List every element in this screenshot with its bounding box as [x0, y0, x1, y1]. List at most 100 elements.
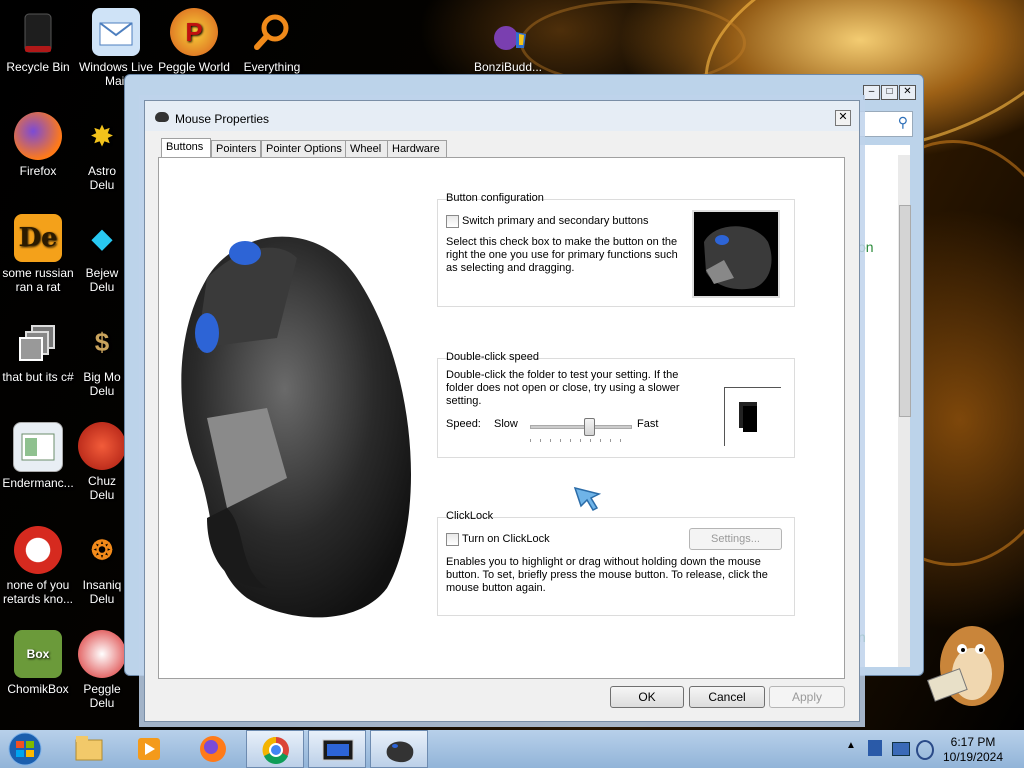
- hamster-character[interactable]: [922, 604, 1012, 714]
- desktop-icon-label: BonziBudd...: [473, 60, 543, 74]
- desktop-icon-label: Peggle Delu: [83, 682, 121, 710]
- desktop-icon-astro-deluxe[interactable]: ✸ Astro Delu: [78, 112, 126, 192]
- clock-date: 10/19/2024: [942, 750, 1004, 764]
- desktop-icon-some-russian[interactable]: De some russian ran a rat: [0, 214, 76, 294]
- partial-text: on: [858, 239, 874, 255]
- speed-label: Speed:: [446, 418, 481, 430]
- desktop-icon-label: ChomikBox: [7, 682, 69, 696]
- peggle-icon: P: [170, 8, 218, 56]
- desktop-icon-label: none of you retards kno...: [2, 578, 74, 606]
- fast-label: Fast: [637, 418, 659, 430]
- magnifier-icon: [248, 8, 296, 56]
- clicklock-checkbox[interactable]: [446, 533, 459, 546]
- group-button-configuration: Button configuration Switch primary and …: [437, 192, 795, 307]
- tab-panel-buttons: Button configuration Switch primary and …: [158, 157, 845, 679]
- desktop-icon-label: some russian ran a rat: [2, 266, 74, 294]
- switch-buttons-description: Select this check box to make the button…: [446, 236, 678, 274]
- window-app-icon: [13, 422, 63, 472]
- desktop-icon-insaniquarium[interactable]: ❂ Insaniq Delu: [78, 526, 126, 606]
- desktop-icon-label: Astro Delu: [87, 164, 116, 192]
- tab-pointers[interactable]: Pointers: [211, 140, 261, 158]
- tab-buttons[interactable]: Buttons: [161, 138, 211, 159]
- desktop-icon-chomikbox[interactable]: Box ChomikBox: [0, 630, 76, 696]
- desktop-icon-peggle-world[interactable]: P Peggle World: [156, 8, 232, 74]
- mouse-icon: [155, 112, 169, 122]
- group-clicklock: ClickLock Turn on ClickLock Settings... …: [437, 510, 795, 616]
- desktop-icon-everything[interactable]: Everything: [234, 8, 310, 74]
- desktop-icon-label: Chuz Delu: [87, 474, 116, 502]
- dialog-titlebar[interactable]: Mouse Properties ✕: [145, 101, 859, 131]
- taskbar-app-window[interactable]: [308, 730, 366, 768]
- taskbar-mouse-properties[interactable]: [370, 730, 428, 768]
- test-folder[interactable]: [724, 387, 781, 446]
- desktop-icon-label: Insaniq Delu: [82, 578, 122, 606]
- taskbar: ▲: [0, 730, 1024, 768]
- desktop-icon-chuzzle[interactable]: Chuz Delu: [78, 422, 126, 502]
- scrollbar[interactable]: [898, 155, 911, 667]
- desktop-icon-bejeweled[interactable]: ◆ Bejew Delu: [78, 214, 126, 294]
- tab-pointer-options[interactable]: Pointer Options: [261, 140, 349, 158]
- desktop-icon-label: Everything: [243, 60, 301, 74]
- switch-buttons-checkbox[interactable]: [446, 215, 459, 228]
- desktop-icon-label: Big Mo Delu: [83, 370, 121, 398]
- switch-buttons-label[interactable]: Switch primary and secondary buttons: [462, 215, 648, 228]
- copy-icon: [14, 318, 62, 366]
- mouse-preview-image: [692, 210, 780, 298]
- money-bag-icon: $: [94, 327, 110, 357]
- speed-slider-track[interactable]: [530, 418, 632, 436]
- volume-icon[interactable]: [916, 740, 934, 760]
- desktop-icon-big-money[interactable]: $ Big Mo Delu: [78, 318, 126, 398]
- minimize-button[interactable]: –: [863, 85, 880, 100]
- close-button[interactable]: ✕: [835, 110, 851, 126]
- maximize-button[interactable]: □: [881, 85, 898, 100]
- scrollbar-thumb[interactable]: [899, 205, 911, 417]
- taskbar-firefox[interactable]: [184, 730, 242, 768]
- recycle-bin-icon: [14, 8, 62, 56]
- taskbar-chrome[interactable]: [246, 730, 304, 768]
- network-icon[interactable]: [892, 742, 910, 756]
- firefox-icon: [14, 112, 62, 160]
- desktop-icon-firefox[interactable]: Firefox: [0, 112, 76, 178]
- tab-hardware[interactable]: Hardware: [387, 140, 447, 158]
- desktop-icon-label: Firefox: [19, 164, 57, 178]
- desktop-icon-none-of-you[interactable]: none of you retards kno...: [0, 526, 76, 606]
- tray-app-icon[interactable]: [868, 740, 882, 756]
- dialog-title: Mouse Properties: [175, 112, 270, 126]
- search-box[interactable]: ⚲: [859, 111, 913, 137]
- show-hidden-icons-icon[interactable]: ▲: [846, 740, 856, 751]
- speed-slider-thumb[interactable]: [583, 418, 595, 436]
- tab-wheel[interactable]: Wheel: [345, 140, 389, 158]
- clicklock-label[interactable]: Turn on ClickLock: [462, 533, 550, 546]
- taskbar-clock[interactable]: 6:17 PM 10/19/2024: [936, 735, 1010, 765]
- mouse-properties-dialog[interactable]: Mouse Properties ✕ Buttons Pointers Poin…: [144, 100, 860, 722]
- taskbar-explorer[interactable]: [60, 730, 118, 768]
- mouse-image: [167, 218, 427, 628]
- chuzzle-icon: [78, 422, 126, 470]
- desktop-icon-peggle-deluxe[interactable]: Peggle Delu: [78, 630, 126, 710]
- group-title: ClickLock: [446, 510, 494, 522]
- desktop-icon-label: that but its c#: [2, 370, 74, 384]
- clicklock-settings-button[interactable]: Settings...: [689, 528, 782, 550]
- close-button[interactable]: ✕: [899, 85, 916, 100]
- desktop-icon-that-but-its-csharp[interactable]: that but its c#: [0, 318, 76, 384]
- cancel-button[interactable]: Cancel: [689, 686, 765, 708]
- mail-icon: [92, 8, 140, 56]
- bonzi-icon: [484, 8, 532, 56]
- apply-button[interactable]: Apply: [769, 686, 845, 708]
- peggle-icon: [78, 630, 126, 678]
- double-click-description: Double-click the folder to test your set…: [446, 369, 680, 407]
- desktop-icon-label: Recycle Bin: [6, 60, 70, 74]
- clicklock-description: Enables you to highlight or drag without…: [446, 556, 768, 594]
- ok-button[interactable]: OK: [610, 686, 684, 708]
- group-double-click-speed: Double-click speed Double-click the fold…: [437, 351, 795, 458]
- taskbar-media-player[interactable]: [120, 730, 178, 768]
- desktop-icon-bonzibuddy[interactable]: BonziBudd...: [470, 8, 546, 74]
- background-window-content: on n: [857, 145, 911, 667]
- start-button[interactable]: [4, 732, 46, 766]
- desktop-icon-label: Bejew Delu: [85, 266, 119, 294]
- desktop-icon-endermanch[interactable]: Endermanc...: [0, 422, 76, 490]
- de-icon: De: [14, 214, 62, 262]
- clock-time: 6:17 PM: [950, 735, 996, 749]
- desktop-icon-recycle-bin[interactable]: Recycle Bin: [0, 8, 76, 74]
- search-icon: ⚲: [897, 114, 908, 130]
